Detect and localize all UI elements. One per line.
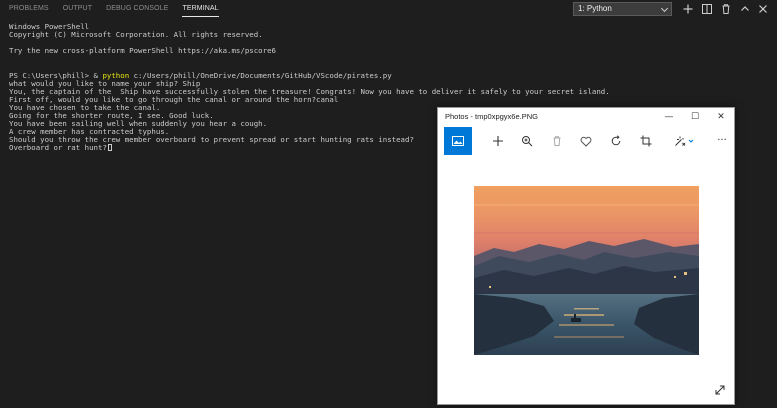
- terminal-line: Try the new cross-platform PowerShell ht…: [9, 46, 276, 56]
- crop-icon[interactable]: [632, 127, 660, 155]
- photo-image: [474, 186, 699, 355]
- panel-tabs: PROBLEMS OUTPUT DEBUG CONSOLE TERMINAL: [9, 0, 233, 18]
- terminal-line: Copyright (C) Microsoft Corporation. All…: [9, 30, 263, 40]
- close-button[interactable]: ✕: [714, 111, 728, 123]
- more-icon[interactable]: ···: [708, 127, 736, 155]
- photos-window[interactable]: Photos - tmp0xpgyx6e.PNG — ☐ ✕ ···: [437, 107, 735, 405]
- more-label: ···: [717, 135, 727, 146]
- terminal-select[interactable]: 1: Python: [573, 2, 672, 16]
- delete-icon[interactable]: [543, 127, 571, 155]
- tab-output[interactable]: OUTPUT: [63, 0, 92, 18]
- text-cursor: [107, 144, 112, 152]
- photos-window-title: Photos - tmp0xpgyx6e.PNG: [445, 112, 538, 121]
- expand-icon[interactable]: [714, 384, 726, 396]
- add-icon[interactable]: [484, 127, 512, 155]
- photos-title-bar[interactable]: Photos - tmp0xpgyx6e.PNG — ☐ ✕: [438, 108, 734, 127]
- tab-terminal[interactable]: TERMINAL: [182, 0, 219, 17]
- trash-icon[interactable]: [720, 3, 732, 15]
- image-icon[interactable]: [444, 127, 472, 155]
- chevron-up-icon[interactable]: [739, 3, 751, 15]
- chevron-down-icon: [660, 4, 669, 13]
- minimize-button[interactable]: —: [662, 111, 676, 123]
- edit-icon[interactable]: [670, 127, 700, 155]
- photos-toolbar: ···: [438, 127, 734, 155]
- split-icon[interactable]: [701, 3, 713, 15]
- close-icon[interactable]: [757, 3, 769, 15]
- panel-tab-bar: PROBLEMS OUTPUT DEBUG CONSOLE TERMINAL 1…: [0, 0, 777, 18]
- maximize-button[interactable]: ☐: [688, 111, 702, 123]
- rotate-icon[interactable]: [602, 127, 630, 155]
- plus-icon[interactable]: [682, 3, 694, 15]
- sunset-landscape-image: [474, 186, 699, 355]
- tab-problems[interactable]: PROBLEMS: [9, 0, 49, 18]
- tab-debug-console[interactable]: DEBUG CONSOLE: [106, 0, 168, 18]
- terminal-line: Overboard or rat hunt?: [9, 143, 107, 153]
- terminal-select-value: 1: Python: [578, 4, 612, 13]
- zoom-in-icon[interactable]: [513, 127, 541, 155]
- heart-icon[interactable]: [572, 127, 600, 155]
